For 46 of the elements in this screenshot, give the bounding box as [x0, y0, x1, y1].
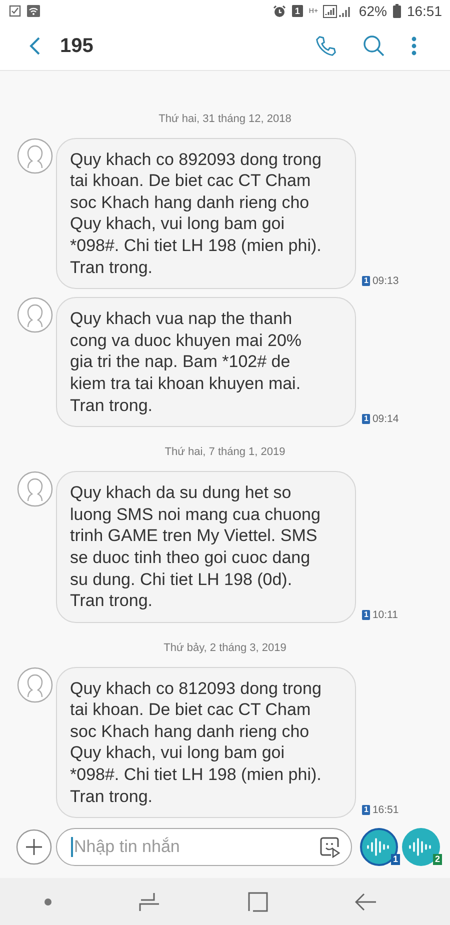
message-bubble[interactable]: Quy khach co 892093 dong trong tai khoan. De biet cac CT Cham soc Khach hang danh rieng cho Quy khach, vui long bam goi *098#. Chi tiet LH 198 (mien phi). Tran trong.: [56, 138, 356, 290]
search-icon[interactable]: [363, 35, 385, 58]
clock: 16:51: [406, 3, 442, 20]
back-icon[interactable]: [28, 36, 42, 56]
sim-badge: 1: [292, 5, 303, 18]
date-separator: Thứ bảy, 2 tháng 3, 2019: [164, 642, 286, 654]
message-time: 10:11: [372, 608, 398, 621]
sim-badge: 2: [432, 854, 442, 866]
avatar-icon: [17, 666, 53, 703]
avatar-icon: [17, 471, 53, 508]
date-separator: Thứ hai, 7 tháng 1, 2019: [164, 446, 286, 458]
more-icon[interactable]: [411, 36, 417, 56]
phone-icon[interactable]: [315, 35, 337, 58]
signal-icon: [322, 4, 353, 18]
waveform-icon: [366, 837, 392, 858]
recent-apps-icon[interactable]: [138, 892, 160, 912]
home-icon[interactable]: [248, 892, 268, 912]
sim-badge: 1: [362, 276, 370, 286]
alarm-icon: [272, 4, 286, 18]
back-nav-icon[interactable]: [354, 892, 376, 911]
sticker-icon[interactable]: [319, 836, 341, 858]
message-bubble[interactable]: Quy khach co 812093 dong trong tai khoan. De biet cac CT Cham soc Khach hang danh rieng cho Quy khach, vui long bam goi *098#. Chi tiet LH 198 (mien phi). Tran trong.: [56, 666, 356, 818]
sim-badge: 1: [390, 854, 400, 866]
avatar-icon: [17, 138, 53, 174]
avatar-icon: [17, 297, 53, 334]
conversation-title: 195: [60, 34, 94, 58]
sim-badge: 1: [362, 610, 370, 620]
message-input[interactable]: Nhập tin nhắn: [73, 837, 319, 858]
add-icon[interactable]: [16, 829, 52, 866]
battery-icon: [392, 4, 401, 18]
date-separator: Thứ hai, 31 tháng 12, 2018: [158, 112, 292, 125]
battery-percent: 62%: [358, 3, 387, 20]
waveform-icon: [408, 837, 434, 858]
message-time: 09:13: [372, 275, 399, 288]
wifi-icon: [27, 5, 40, 18]
message-bubble[interactable]: Quy khach vua nap the thanh cong va duoc khuyen mai 20% gia tri the nap. Bam *102# de kiem tra tai khoan khuyen mai. Tran trong.: [56, 297, 356, 428]
message-time: 09:14: [372, 413, 399, 426]
composer-field[interactable]: Nhập tin nhắn: [56, 828, 352, 866]
dot-icon[interactable]: [44, 898, 52, 906]
voice-send-button[interactable]: 2: [402, 828, 440, 866]
sim-badge: 1: [362, 805, 370, 816]
message-bubble[interactable]: Quy khach da su dung het so luong SMS noi mang cua chuong trinh GAME tren My Viettel. SMS se duoc tinh theo goi cuoc dang su dung. Chi tiet LH 198 (0d). Tran trong.: [56, 471, 356, 623]
voice-send-button[interactable]: 1: [360, 828, 398, 866]
sim-badge: 1: [362, 414, 370, 424]
message-time: 16:51: [372, 804, 399, 816]
checklist-icon: [9, 5, 21, 18]
